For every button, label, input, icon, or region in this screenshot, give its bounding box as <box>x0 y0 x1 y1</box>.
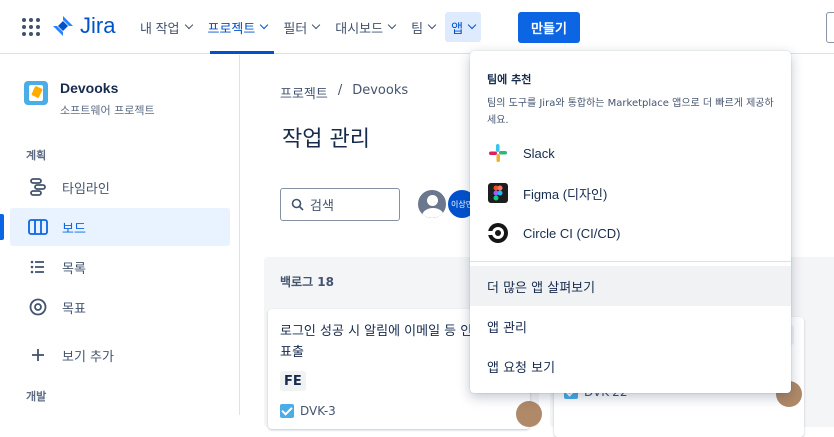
main-nav: 내 작업 프로젝트 필터 대시보드 팀 앱 <box>134 12 485 42</box>
nav-dashboards[interactable]: 대시보드 <box>329 12 401 42</box>
board-search-input[interactable]: 검색 <box>280 188 400 221</box>
menu-divider <box>470 261 791 262</box>
nav-apps[interactable]: 앱 <box>445 12 482 42</box>
nav-label: 내 작업 <box>140 20 180 36</box>
sidebar-item-label: 타임라인 <box>62 181 110 197</box>
project-name[interactable]: Devooks <box>60 80 118 96</box>
nav-label: 필터 <box>283 20 308 36</box>
chevron-down-icon <box>387 20 397 30</box>
project-avatar-icon <box>24 81 48 105</box>
apps-dropdown-menu: 팀에 추천 팀의 도구를 Jira와 통합하는 Marketplace 앱으로 … <box>470 51 791 393</box>
slack-icon <box>487 142 509 164</box>
chevron-down-icon <box>427 20 437 30</box>
sidebar-item-goals[interactable]: 목표 <box>10 288 230 326</box>
nav-label: 팀 <box>411 20 424 36</box>
active-nav-underline <box>210 51 274 54</box>
sidebar-item-timeline[interactable]: 타임라인 <box>10 168 230 206</box>
app-name: Figma (디자인) <box>523 186 608 202</box>
chevron-down-icon <box>467 20 477 30</box>
list-icon <box>26 255 50 279</box>
app-switcher-icon[interactable] <box>22 18 40 36</box>
search-placeholder: 검색 <box>310 199 334 214</box>
goal-icon <box>26 295 50 319</box>
app-item-circleci[interactable]: Circle CI (CI/CD) <box>470 213 791 253</box>
dropdown-heading: 팀에 추천 <box>487 73 532 86</box>
jira-logo-icon <box>53 16 73 36</box>
issue-epic-tag: FE <box>280 371 306 391</box>
nav-projects[interactable]: 프로젝트 <box>202 12 274 42</box>
page-title: 작업 관리 <box>282 127 370 152</box>
sidebar-item-label: 보드 <box>62 221 86 237</box>
avatar[interactable] <box>416 188 448 220</box>
chevron-down-icon <box>260 20 269 30</box>
timeline-icon <box>26 175 50 199</box>
search-icon <box>291 198 304 211</box>
nav-my-work[interactable]: 내 작업 <box>134 12 198 42</box>
view-app-requests-link[interactable]: 앱 요청 보기 <box>470 346 791 386</box>
sidebar-item-label: 목록 <box>62 261 86 277</box>
assignee-avatar[interactable] <box>516 401 542 427</box>
app-item-figma[interactable]: Figma (디자인) <box>470 173 791 213</box>
breadcrumb-projects[interactable]: 프로젝트 <box>280 83 328 102</box>
sidebar-item-add-view[interactable]: 보기 추가 <box>10 336 230 374</box>
sidebar-item-list[interactable]: 목록 <box>10 248 230 286</box>
nav-label: 프로젝트 <box>207 20 256 36</box>
project-type: 소프트웨어 프로젝트 <box>60 104 155 117</box>
app-name: Slack <box>523 145 555 161</box>
nav-filters[interactable]: 필터 <box>277 12 325 42</box>
jira-logo[interactable]: Jira <box>52 13 115 39</box>
breadcrumb-project[interactable]: Devooks <box>352 83 408 102</box>
nav-label: 대시보드 <box>335 20 384 36</box>
column-title: 백로그 18 <box>280 275 334 289</box>
breadcrumb: 프로젝트 / Devooks <box>280 83 408 102</box>
section-label-plan: 계획 <box>26 149 47 162</box>
search-field-edge[interactable] <box>826 12 834 43</box>
project-sidebar: Devooks 소프트웨어 프로젝트 계획 타임라인 보드 목록 목표 보기 추… <box>0 55 240 415</box>
circleci-icon <box>487 222 509 244</box>
breadcrumb-separator: / <box>337 83 343 98</box>
board-icon <box>26 215 50 239</box>
nav-label: 앱 <box>451 20 464 36</box>
app-item-slack[interactable]: Slack <box>470 133 791 173</box>
nav-teams[interactable]: 팀 <box>405 12 441 42</box>
plus-icon <box>26 343 50 367</box>
issue-key: DVK-3 <box>280 404 336 418</box>
section-label-dev: 개발 <box>26 390 47 403</box>
dropdown-description: 팀의 도구를 Jira와 통합하는 Marketplace 앱으로 더 빠르게 … <box>487 98 774 126</box>
chevron-down-icon <box>184 20 193 30</box>
sidebar-item-label: 목표 <box>62 301 86 317</box>
manage-apps-link[interactable]: 앱 관리 <box>470 306 791 346</box>
top-navigation-bar: Jira 내 작업 프로젝트 필터 대시보드 팀 앱 만들기 <box>0 0 834 54</box>
app-name: Circle CI (CI/CD) <box>523 225 621 241</box>
logo-text: Jira <box>80 13 116 38</box>
task-type-icon <box>280 404 294 418</box>
explore-more-apps-link[interactable]: 더 많은 앱 살펴보기 <box>470 266 791 306</box>
sidebar-item-board[interactable]: 보드 <box>0 208 230 246</box>
create-button[interactable]: 만들기 <box>518 12 580 43</box>
issue-key-text: DVK-3 <box>300 404 336 418</box>
figma-icon <box>487 182 509 204</box>
chevron-down-icon <box>312 20 321 30</box>
sidebar-item-label: 보기 추가 <box>62 349 114 365</box>
